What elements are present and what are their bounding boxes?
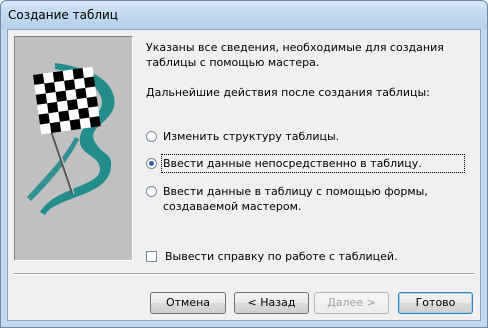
next-action-question: Дальнейшие действия после создания табли… (146, 86, 430, 99)
option-label[interactable]: Ввести данные в таблицу с помощью формы,… (163, 184, 433, 214)
wizard-graphic (14, 36, 133, 261)
title-bar[interactable]: Создание таблиц (1, 1, 487, 29)
option-label[interactable]: Ввести данные непосредственно в таблицу. (161, 154, 465, 173)
option-modify-structure[interactable]: Изменить структуру таблицы. (146, 129, 339, 144)
wizard-window: Создание таблиц Указаны все сведения, не… (0, 0, 488, 328)
checkered-flag-icon (27, 63, 115, 215)
option-enter-data-via-form[interactable]: Ввести данные в таблицу с помощью формы,… (146, 184, 446, 214)
finish-button[interactable]: Готово (398, 292, 473, 314)
checkbox-icon[interactable] (146, 251, 157, 262)
option-label[interactable]: Изменить структуру таблицы. (163, 129, 339, 144)
next-button[interactable]: Далее > (314, 292, 389, 314)
radio-button-icon[interactable] (146, 186, 157, 197)
cancel-button[interactable]: Отмена (150, 292, 226, 314)
radio-button-selected-icon[interactable] (146, 158, 157, 169)
option-enter-data-directly[interactable]: Ввести данные непосредственно в таблицу. (146, 154, 465, 173)
divider (14, 273, 474, 275)
intro-text: Указаны все сведения, необходимые для со… (146, 41, 444, 69)
help-checkbox-label[interactable]: Вывести справку по работе с таблицей. (165, 250, 398, 263)
radio-button-icon[interactable] (146, 131, 157, 142)
wizard-content: Указаны все сведения, необходимые для со… (7, 29, 481, 321)
window-title: Создание таблиц (8, 8, 118, 22)
help-checkbox[interactable]: Вывести справку по работе с таблицей. (146, 250, 398, 263)
back-button[interactable]: < Назад (234, 292, 309, 314)
